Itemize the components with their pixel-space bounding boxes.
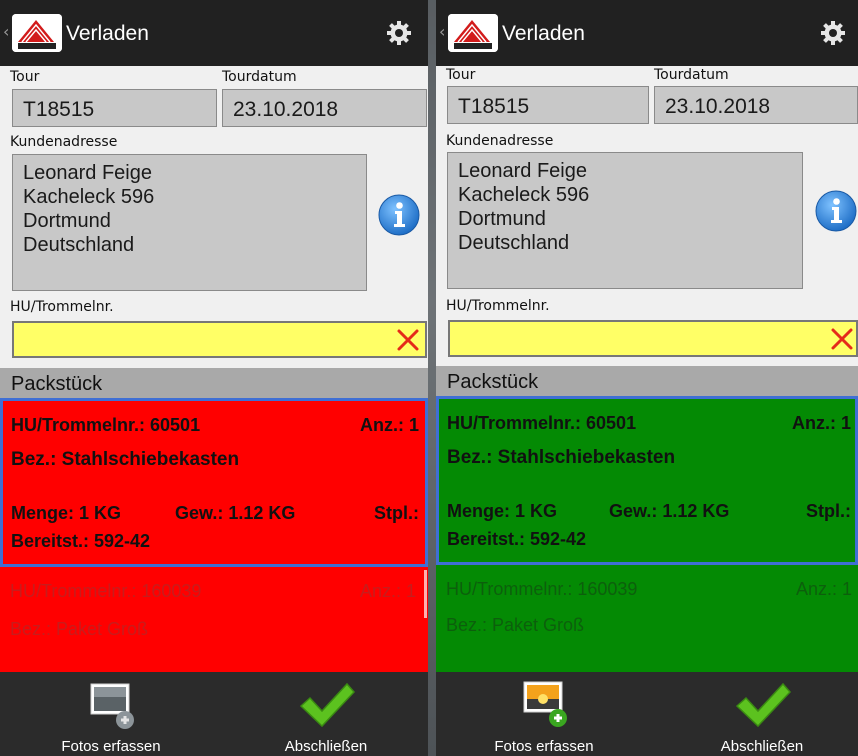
item-bez: Bez.: Stahlschiebekasten	[11, 449, 240, 470]
hu-trommelnr-input[interactable]	[448, 320, 858, 357]
tourdatum-label: Tourdatum	[222, 69, 297, 85]
item-anz: Anz.: 1	[359, 415, 419, 435]
list-item-selected[interactable]: HU/Trommelnr.: 60501 Anz.: 1 Bez.: Stahl…	[436, 396, 858, 565]
finish-button[interactable]: Abschließen	[672, 672, 852, 756]
app-title: Verladen	[66, 22, 149, 45]
item-stpl: Stpl.:	[806, 501, 851, 521]
info-icon[interactable]	[814, 189, 858, 233]
photos-label: Fotos erfassen	[61, 738, 161, 755]
item-hu: HU/Trommelnr.: 160039	[446, 579, 638, 599]
item-bez: Bez.: Paket Groß	[10, 619, 149, 639]
address-line: Deutschland	[458, 232, 570, 254]
phone-screen-left: ‹ Verladen Tour Tourdatum T18515 23.10.2…	[0, 0, 428, 756]
item-hu: HU/Trommelnr.: 60501	[447, 413, 637, 433]
tour-label: Tour	[10, 69, 40, 85]
address-line: Kacheleck 596	[23, 186, 155, 208]
item-menge: Menge: 1 KG	[447, 501, 558, 521]
photos-button[interactable]: Fotos erfassen	[454, 672, 634, 756]
item-hu: HU/Trommelnr.: 160039	[10, 581, 202, 601]
hu-trommelnr-label: HU/Trommelnr.	[10, 299, 114, 315]
bottom-bar: Fotos erfassen Abschließen	[0, 672, 428, 756]
bottom-bar: Fotos erfassen Abschließen	[436, 672, 858, 756]
item-bereitst: Bereitst.: 592-42	[447, 529, 587, 549]
checkmark-icon	[298, 680, 356, 730]
photos-label: Fotos erfassen	[494, 738, 594, 755]
item-hu: HU/Trommelnr.: 60501	[11, 415, 201, 435]
address-line: Kacheleck 596	[458, 184, 590, 206]
address-field: Leonard Feige Kacheleck 596 Dortmund Deu…	[447, 152, 803, 289]
kundenadresse-label: Kundenadresse	[10, 134, 118, 150]
tour-field: T18515	[12, 89, 217, 127]
hu-trommelnr-label: HU/Trommelnr.	[446, 298, 550, 314]
tour-label: Tour	[446, 67, 476, 83]
address-line: Dortmund	[23, 210, 111, 232]
tour-field: T18515	[447, 86, 649, 124]
checkmark-icon	[734, 680, 792, 730]
clear-x-icon[interactable]	[396, 328, 420, 352]
info-icon[interactable]	[377, 193, 421, 237]
back-chevron-icon[interactable]: ‹	[3, 22, 9, 41]
photo-add-icon	[522, 680, 570, 730]
tourdatum-field: 23.10.2018	[654, 86, 858, 124]
finish-label: Abschließen	[284, 738, 368, 755]
address-line: Dortmund	[458, 208, 546, 230]
item-anz: Anz.: 1	[359, 581, 416, 601]
company-logo-icon[interactable]	[448, 14, 498, 52]
photos-button[interactable]: Fotos erfassen	[21, 672, 201, 756]
tourdatum-label: Tourdatum	[654, 67, 729, 83]
action-bar: ‹ Verladen	[0, 0, 428, 66]
finish-label: Abschließen	[720, 738, 804, 755]
item-bez: Bez.: Stahlschiebekasten	[447, 447, 676, 468]
back-chevron-icon[interactable]: ‹	[439, 22, 445, 41]
action-bar: ‹ Verladen	[436, 0, 858, 66]
address-field: Leonard Feige Kacheleck 596 Dortmund Deu…	[12, 154, 367, 291]
list-item[interactable]: HU/Trommelnr.: 160039 Anz.: 1 Bez.: Pake…	[436, 565, 858, 672]
app-title: Verladen	[502, 22, 585, 45]
item-gew: Gew.: 1.12 KG	[609, 501, 730, 521]
gear-icon[interactable]	[819, 19, 847, 47]
list-item[interactable]: HU/Trommelnr.: 160039 Anz.: 1 Bez.: Pake…	[0, 567, 428, 672]
item-anz: Anz.: 1	[795, 579, 852, 599]
item-bez: Bez.: Paket Groß	[446, 615, 585, 635]
kundenadresse-label: Kundenadresse	[446, 133, 554, 149]
scrollbar[interactable]	[424, 570, 427, 618]
item-stpl: Stpl.:	[374, 503, 419, 523]
address-line: Leonard Feige	[458, 160, 587, 182]
hu-trommelnr-input[interactable]	[12, 321, 427, 358]
address-line: Leonard Feige	[23, 162, 152, 184]
item-anz: Anz.: 1	[791, 413, 851, 433]
section-header-packstueck: Packstück	[436, 366, 858, 396]
item-menge: Menge: 1 KG	[11, 503, 122, 523]
tourdatum-field: 23.10.2018	[222, 89, 427, 127]
item-gew: Gew.: 1.12 KG	[175, 503, 296, 523]
company-logo-icon[interactable]	[12, 14, 62, 52]
list-item-selected[interactable]: HU/Trommelnr.: 60501 Anz.: 1 Bez.: Stahl…	[0, 398, 428, 567]
section-header-packstueck: Packstück	[0, 368, 428, 398]
gear-icon[interactable]	[385, 19, 413, 47]
address-line: Deutschland	[23, 234, 135, 256]
item-bereitst: Bereitst.: 592-42	[11, 531, 151, 551]
clear-x-icon[interactable]	[830, 327, 854, 351]
finish-button[interactable]: Abschließen	[236, 672, 416, 756]
phone-screen-right: ‹ Verladen Tour Tourdatum T18515 23.10.2…	[436, 0, 858, 756]
photo-add-icon	[89, 682, 137, 732]
